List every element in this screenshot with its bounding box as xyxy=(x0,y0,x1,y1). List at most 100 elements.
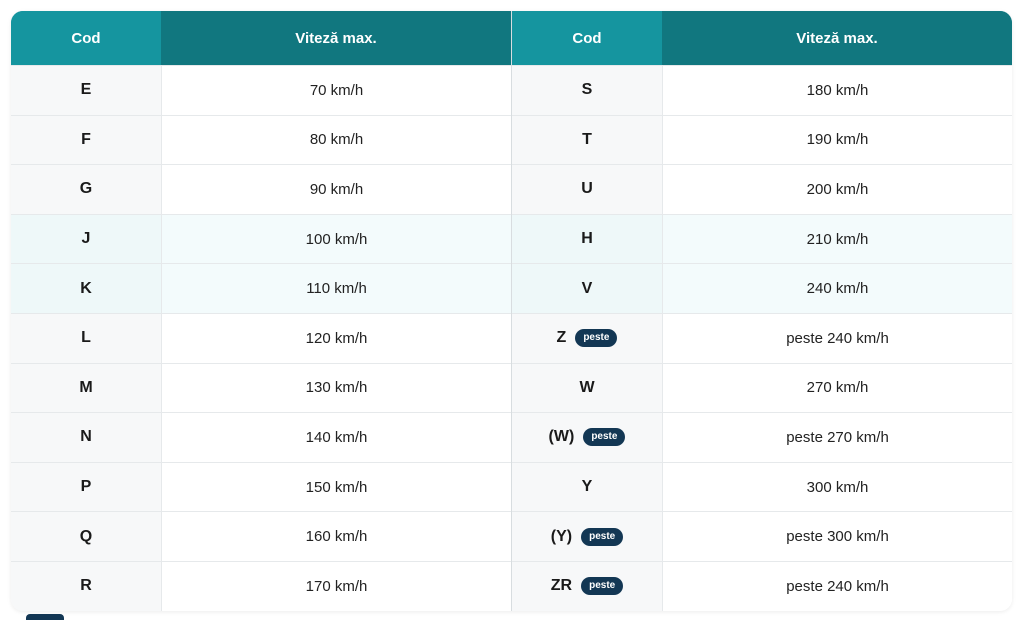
max-speed-cell: 170 km/h xyxy=(162,561,511,611)
speed-code-cell: R xyxy=(11,561,162,611)
max-speed-cell: 240 km/h xyxy=(663,264,1012,313)
max-speed-cell: 150 km/h xyxy=(162,462,511,512)
speed-code-cell: Zpeste xyxy=(512,313,663,363)
speed-code-cell: M xyxy=(11,363,162,413)
max-speed-cell: 300 km/h xyxy=(663,462,1012,512)
column-header-speed: Viteză max. xyxy=(662,11,1012,65)
speed-code-text: E xyxy=(80,81,92,99)
peste-badge: peste xyxy=(581,527,624,546)
table-row: G 90 km/h xyxy=(11,164,511,214)
table-left-half: Cod Viteză max. E 70 km/h F 80 km/h G 90 km/h… xyxy=(11,11,511,611)
table-body-left: E 70 km/h F 80 km/h G 90 km/h J 100 km/h K 110 km… xyxy=(11,65,511,611)
max-speed-cell: 200 km/h xyxy=(663,165,1012,214)
table-header-left: Cod Viteză max. xyxy=(11,11,511,65)
max-speed-cell: 90 km/h xyxy=(162,165,511,214)
speed-code-cell: V xyxy=(512,264,663,313)
speed-code-cell: G xyxy=(11,165,162,214)
speed-code-cell: T xyxy=(512,115,663,165)
speed-code-text: Q xyxy=(79,527,93,545)
speed-code-cell: P xyxy=(11,462,162,512)
speed-code-cell: N xyxy=(11,413,162,462)
table-row: E 70 km/h xyxy=(11,65,511,115)
max-speed-cell: peste 240 km/h xyxy=(663,313,1012,363)
table-right-half: Cod Viteză max. S 180 km/h T 190 km/h U 200 k… xyxy=(512,11,1012,611)
partial-badge-below xyxy=(26,614,64,620)
table-row: H 210 km/h xyxy=(512,213,1012,264)
speed-code-cell: K xyxy=(11,264,162,313)
speed-code-cell: H xyxy=(512,214,663,264)
table-row: Q 160 km/h xyxy=(11,511,511,561)
table-row: (Y) peste peste 300 km/h xyxy=(512,511,1012,561)
max-speed-cell: peste 300 km/h xyxy=(663,512,1012,561)
max-speed-cell: 210 km/h xyxy=(663,214,1012,264)
speed-code-text: S xyxy=(581,81,593,99)
peste-badge: peste xyxy=(581,577,624,596)
max-speed-cell: 270 km/h xyxy=(663,363,1012,413)
speed-code-text: H xyxy=(581,230,593,248)
speed-code-cell: Q xyxy=(11,512,162,561)
peste-badge: peste xyxy=(583,428,626,447)
speed-code-cell: S xyxy=(512,66,663,115)
speed-code-cell: E xyxy=(11,66,162,115)
table-row: W 270 km/h xyxy=(512,362,1012,413)
speed-code-text: F xyxy=(81,130,91,148)
max-speed-cell: 80 km/h xyxy=(162,115,511,165)
speed-code-text: L xyxy=(81,329,91,347)
column-header-speed: Viteză max. xyxy=(161,11,511,65)
table-row: M 130 km/h xyxy=(11,362,511,413)
speed-code-cell: U xyxy=(512,165,663,214)
speed-code-cell: (Y) peste xyxy=(512,512,663,561)
max-speed-cell: 130 km/h xyxy=(162,363,511,413)
speed-code-text: M xyxy=(79,378,93,396)
speed-code-text: J xyxy=(81,230,91,248)
table-header-right: Cod Viteză max. xyxy=(512,11,1012,65)
table-row: F 80 km/h xyxy=(11,114,511,165)
max-speed-cell: 70 km/h xyxy=(162,66,511,115)
max-speed-cell: peste 270 km/h xyxy=(663,413,1012,462)
speed-code-text: U xyxy=(581,180,593,198)
table-row: (W) peste peste 270 km/h xyxy=(512,412,1012,462)
table-row: L 120 km/h xyxy=(11,312,511,363)
table-row: ZR peste peste 240 km/h xyxy=(512,560,1012,611)
table-row: U 200 km/h xyxy=(512,164,1012,214)
table-row: P 150 km/h xyxy=(11,461,511,512)
table-row: R 170 km/h xyxy=(11,560,511,611)
max-speed-cell: 160 km/h xyxy=(162,512,511,561)
max-speed-cell: 180 km/h xyxy=(663,66,1012,115)
speed-code-text: P xyxy=(80,478,92,496)
table-row: J 100 km/h xyxy=(11,213,511,264)
column-header-code: Cod xyxy=(11,11,161,65)
table-row: V 240 km/h xyxy=(512,263,1012,313)
speed-code-text: ZR xyxy=(550,577,573,595)
peste-badge: peste xyxy=(575,329,618,348)
speed-code-text: R xyxy=(80,577,92,595)
max-speed-cell: 120 km/h xyxy=(162,313,511,363)
speed-code-text: (Y) xyxy=(550,527,573,545)
max-speed-cell: 140 km/h xyxy=(162,413,511,462)
table-body-right: S 180 km/h T 190 km/h U 200 km/h H 210 km/h V 240… xyxy=(512,65,1012,611)
speed-code-text: G xyxy=(79,180,93,198)
speed-code-text: W xyxy=(579,378,595,396)
speed-code-text: (W) xyxy=(548,428,575,446)
max-speed-cell: 100 km/h xyxy=(162,214,511,264)
speed-code-cell: Y xyxy=(512,462,663,512)
speed-code-cell: ZR peste xyxy=(512,561,663,611)
table-row: T 190 km/h xyxy=(512,114,1012,165)
speed-code-text: K xyxy=(80,279,92,297)
table-row: Y 300 km/h xyxy=(512,461,1012,512)
speed-code-cell: L xyxy=(11,313,162,363)
speed-code-text: T xyxy=(582,130,592,148)
column-header-code: Cod xyxy=(512,11,662,65)
table-row: N 140 km/h xyxy=(11,412,511,462)
table-row: Zpeste peste 240 km/h xyxy=(512,312,1012,363)
speed-code-cell: J xyxy=(11,214,162,264)
speed-code-cell: W xyxy=(512,363,663,413)
max-speed-cell: 190 km/h xyxy=(663,115,1012,165)
max-speed-cell: 110 km/h xyxy=(162,264,511,313)
speed-code-text: Z xyxy=(556,329,567,347)
table-row: S 180 km/h xyxy=(512,65,1012,115)
max-speed-cell: peste 240 km/h xyxy=(663,561,1012,611)
speed-code-cell: (W) peste xyxy=(512,413,663,462)
speed-code-text: Y xyxy=(581,478,593,496)
speed-code-text: V xyxy=(581,279,593,297)
